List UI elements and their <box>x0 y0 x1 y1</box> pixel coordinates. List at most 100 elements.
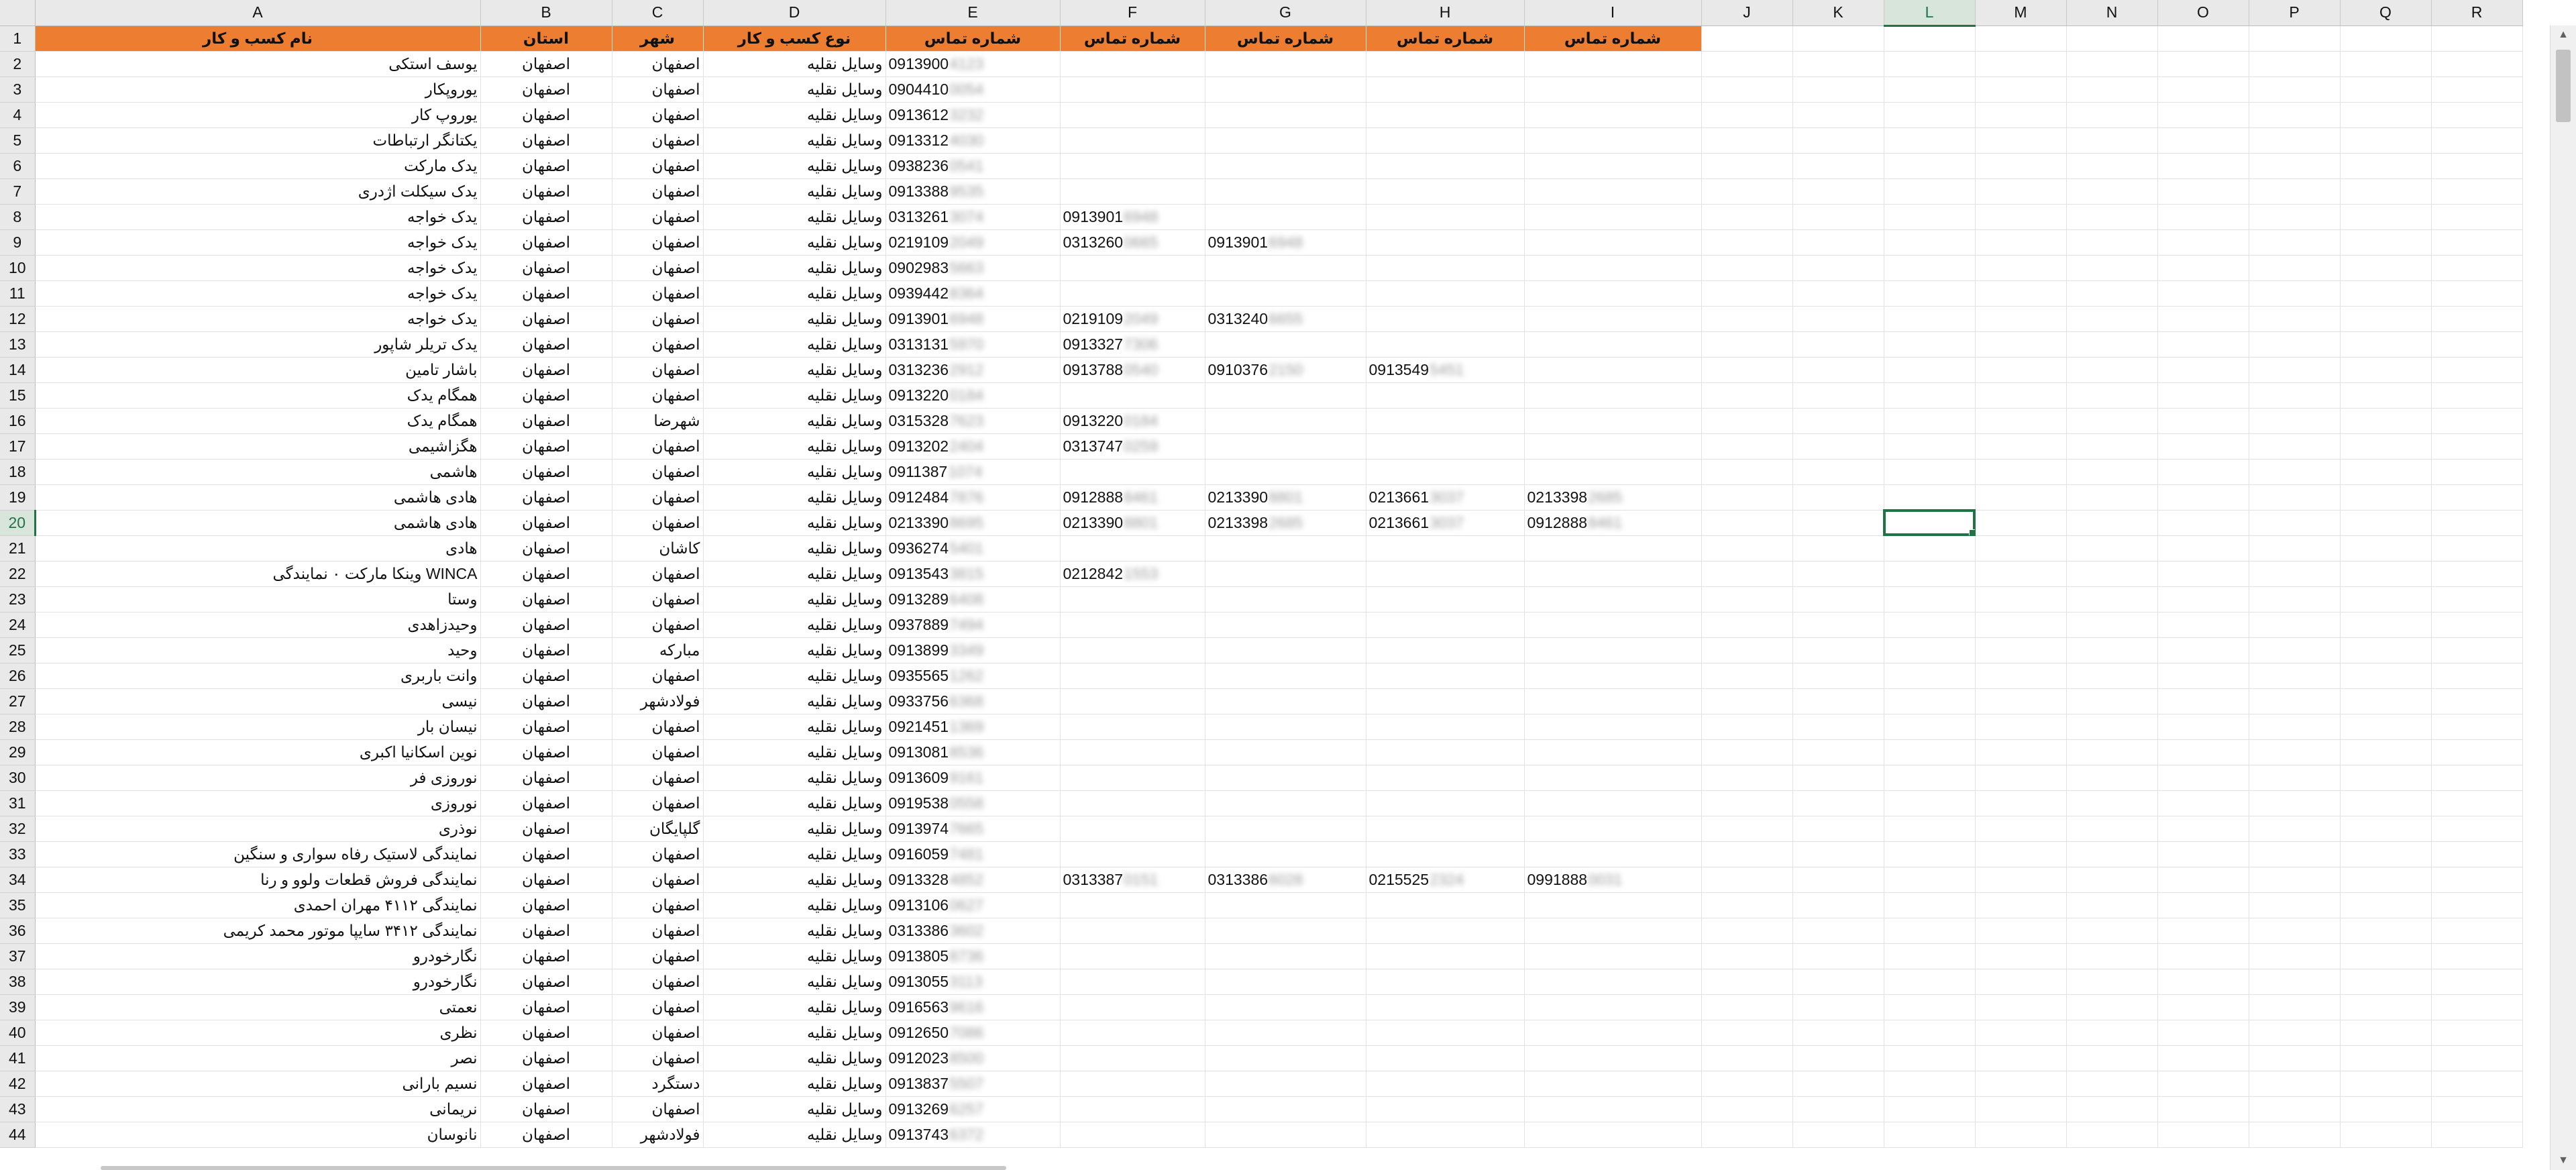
phone-cell[interactable] <box>1205 255 1366 281</box>
header-cell[interactable]: شماره تماس <box>1060 25 1205 52</box>
city-cell[interactable]: اصفهان <box>612 841 704 867</box>
phone-cell[interactable] <box>1060 892 1205 918</box>
cell[interactable] <box>1884 688 1976 714</box>
cell[interactable] <box>2340 459 2432 485</box>
cell[interactable] <box>2340 867 2432 893</box>
cell[interactable] <box>1975 306 2067 332</box>
cell[interactable] <box>2431 178 2523 205</box>
cell[interactable] <box>1884 153 1976 179</box>
cell[interactable] <box>1792 127 1884 154</box>
city-cell[interactable]: اصفهان <box>612 612 704 638</box>
cell[interactable] <box>2340 25 2432 52</box>
row-number[interactable]: 27 <box>0 688 36 714</box>
row-number[interactable]: 13 <box>0 331 36 358</box>
cell[interactable] <box>1884 357 1976 383</box>
phone-cell[interactable] <box>1524 1045 1702 1071</box>
cell[interactable] <box>2431 1096 2523 1122</box>
business-name-cell[interactable]: یوروپ کار <box>35 102 481 128</box>
business-name-cell[interactable]: یدک خواجه <box>35 204 481 230</box>
cell[interactable] <box>1975 663 2067 689</box>
cell[interactable] <box>2340 561 2432 587</box>
city-cell[interactable]: اصفهان <box>612 382 704 409</box>
cell[interactable] <box>2431 637 2523 663</box>
phone-cell[interactable]: 03132362912 <box>885 357 1061 383</box>
cell[interactable] <box>1792 892 1884 918</box>
province-cell[interactable]: اصفهان <box>480 739 612 765</box>
phone-cell[interactable] <box>1205 739 1366 765</box>
business-type-cell[interactable]: وسایل نقلیه <box>703 229 886 256</box>
row-number[interactable]: 6 <box>0 153 36 179</box>
cell[interactable] <box>2431 1020 2523 1046</box>
province-cell[interactable]: اصفهان <box>480 76 612 103</box>
cell[interactable] <box>1792 1096 1884 1122</box>
cell[interactable] <box>2157 586 2249 613</box>
phone-cell[interactable]: 09139016948 <box>1205 229 1366 256</box>
phone-cell[interactable]: 09130818536 <box>885 739 1061 765</box>
phone-cell[interactable] <box>1524 586 1702 613</box>
city-cell[interactable]: اصفهان <box>612 994 704 1020</box>
phone-cell[interactable] <box>1205 714 1366 740</box>
cell[interactable] <box>2066 586 2158 613</box>
cell[interactable] <box>2249 816 2341 842</box>
cell[interactable] <box>1884 229 1976 256</box>
cell[interactable] <box>2431 510 2523 536</box>
header-cell[interactable]: نام کسب و کار <box>35 25 481 52</box>
cell[interactable] <box>2431 331 2523 358</box>
cell[interactable] <box>2249 51 2341 77</box>
phone-cell[interactable] <box>1205 969 1366 995</box>
cell[interactable] <box>1701 102 1793 128</box>
city-cell[interactable]: اصفهان <box>612 510 704 536</box>
cell[interactable] <box>1975 255 2067 281</box>
cell[interactable] <box>1884 765 1976 791</box>
business-name-cell[interactable]: نوذری <box>35 816 481 842</box>
phone-cell[interactable] <box>1205 918 1366 944</box>
cell[interactable] <box>2157 510 2249 536</box>
row-number[interactable]: 10 <box>0 255 36 281</box>
cell[interactable] <box>1975 1071 2067 1097</box>
city-cell[interactable]: اصفهان <box>612 204 704 230</box>
cell[interactable] <box>2157 561 2249 587</box>
phone-cell[interactable] <box>1366 841 1525 867</box>
scrollbar-thumb[interactable] <box>2556 50 2571 122</box>
cell[interactable] <box>1884 25 1976 52</box>
cell[interactable] <box>2431 688 2523 714</box>
cell[interactable] <box>1884 790 1976 816</box>
business-name-cell[interactable]: یدک تریلر شاپور <box>35 331 481 358</box>
cell[interactable] <box>2066 408 2158 434</box>
phone-cell[interactable] <box>1524 1071 1702 1097</box>
phone-cell[interactable] <box>1524 994 1702 1020</box>
cell[interactable] <box>2249 867 2341 893</box>
city-cell[interactable]: اصفهان <box>612 153 704 179</box>
city-cell[interactable]: اصفهان <box>612 739 704 765</box>
cell[interactable] <box>1701 25 1793 52</box>
business-type-cell[interactable]: وسایل نقلیه <box>703 816 886 842</box>
cell[interactable] <box>1884 739 1976 765</box>
cell[interactable] <box>2431 51 2523 77</box>
cell[interactable] <box>2249 459 2341 485</box>
cell[interactable] <box>1975 535 2067 562</box>
cell[interactable] <box>1701 331 1793 358</box>
cell[interactable] <box>1975 484 2067 511</box>
phone-cell[interactable] <box>1366 994 1525 1020</box>
row-number[interactable]: 38 <box>0 969 36 995</box>
cell[interactable] <box>2249 1096 2341 1122</box>
phone-cell[interactable] <box>1366 612 1525 638</box>
cell[interactable] <box>2157 408 2249 434</box>
city-cell[interactable]: اصفهان <box>612 255 704 281</box>
province-cell[interactable]: اصفهان <box>480 102 612 128</box>
cell[interactable] <box>2249 153 2341 179</box>
cell[interactable] <box>1701 459 1793 485</box>
phone-cell[interactable]: 03133866028 <box>1205 867 1366 893</box>
phone-cell[interactable]: 09029835663 <box>885 255 1061 281</box>
cell[interactable] <box>1792 153 1884 179</box>
cell[interactable] <box>2249 25 2341 52</box>
cell[interactable] <box>1884 841 1976 867</box>
business-name-cell[interactable]: وحید <box>35 637 481 663</box>
cell[interactable] <box>1975 459 2067 485</box>
city-cell[interactable]: اصفهان <box>612 51 704 77</box>
phone-cell[interactable] <box>1366 331 1525 358</box>
cell[interactable] <box>1975 51 2067 77</box>
phone-cell[interactable] <box>1060 76 1205 103</box>
phone-cell[interactable] <box>1366 1096 1525 1122</box>
phone-cell[interactable] <box>1366 1020 1525 1046</box>
